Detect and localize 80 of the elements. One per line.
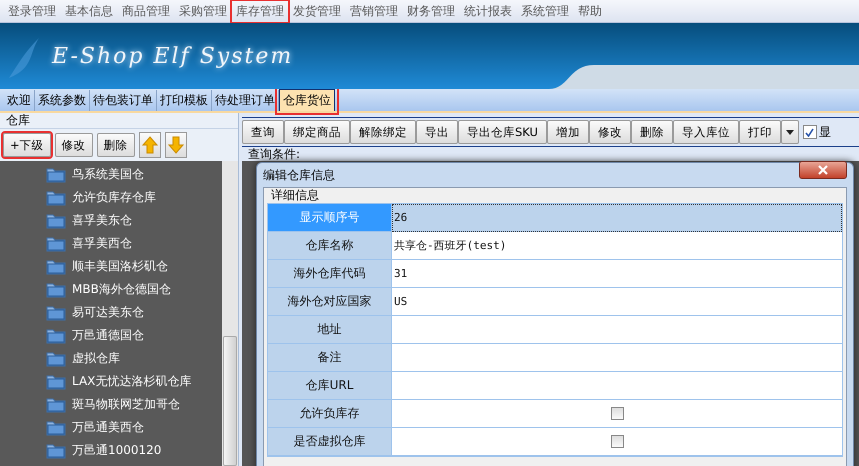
folder-icon bbox=[46, 212, 66, 228]
menu-item[interactable]: 帮助 bbox=[574, 0, 606, 22]
checkbox[interactable] bbox=[610, 407, 624, 420]
toolbar-button[interactable]: 导出 bbox=[416, 120, 458, 144]
toolbar-button[interactable]: 修改 bbox=[588, 120, 631, 144]
field-label: 仓库名称 bbox=[268, 232, 392, 260]
folder-icon bbox=[46, 396, 66, 412]
folder-icon bbox=[46, 304, 66, 320]
scrollbar[interactable] bbox=[222, 161, 238, 466]
toolbar-button[interactable]: 修改 bbox=[54, 133, 93, 157]
menu-item[interactable]: 商品管理 bbox=[118, 0, 174, 22]
menu-item[interactable]: 登录管理 bbox=[4, 0, 60, 22]
query-label: 查询条件: bbox=[247, 147, 302, 161]
toolbar-button[interactable]: +下级 bbox=[3, 133, 51, 157]
toolbar-button[interactable]: 打印 bbox=[738, 120, 781, 144]
menu-item[interactable]: 采购管理 bbox=[175, 0, 231, 22]
toolbar-button[interactable]: 增加 bbox=[546, 120, 589, 144]
field-label: 显示顺序号 bbox=[268, 204, 392, 232]
toolbar-button[interactable]: 删除 bbox=[96, 133, 135, 157]
tree-item[interactable]: 万邑通德国仓 bbox=[72, 327, 144, 344]
toolbar-button[interactable]: 查询 bbox=[242, 120, 284, 144]
field-label: 允许负库存 bbox=[268, 400, 392, 428]
field-label: 是否虚拟仓库 bbox=[268, 428, 392, 456]
tree-item[interactable]: 易可达美东仓 bbox=[72, 304, 144, 321]
menu-item[interactable]: 系统管理 bbox=[517, 0, 573, 22]
menu-item[interactable]: 库存管理 bbox=[232, 0, 288, 22]
tab[interactable]: 待包装订单 bbox=[90, 90, 157, 111]
folder-icon bbox=[46, 328, 66, 344]
panel-title: 仓库 bbox=[5, 113, 31, 128]
app-title: E-Shop Elf System bbox=[52, 44, 294, 68]
field-label: 海外仓库代码 bbox=[268, 260, 392, 288]
move-down-button[interactable] bbox=[164, 132, 187, 158]
input-field[interactable]: 26 bbox=[392, 204, 842, 232]
toolbar-button[interactable]: 绑定商品 bbox=[284, 120, 350, 144]
tree-item[interactable]: 虚拟仓库 bbox=[72, 350, 120, 367]
tree-item[interactable]: 万邑通1000120 bbox=[72, 442, 162, 459]
folder-icon bbox=[46, 190, 66, 206]
checkbox[interactable] bbox=[610, 435, 624, 448]
menu-item[interactable]: 发货管理 bbox=[289, 0, 345, 22]
folder-icon bbox=[46, 350, 66, 366]
tree-item[interactable]: 喜孚美东仓 bbox=[72, 212, 132, 229]
move-up-button[interactable] bbox=[138, 132, 161, 158]
tree-item[interactable]: LAX无忧达洛杉矶仓库 bbox=[72, 373, 192, 390]
tree-item[interactable]: MBB海外仓德国仓 bbox=[72, 281, 171, 298]
field-label: 仓库URL bbox=[268, 372, 392, 400]
menu-item[interactable]: 基本信息 bbox=[61, 0, 117, 22]
close-icon bbox=[818, 165, 828, 175]
tree-item[interactable]: 顺丰美国洛杉矶仓 bbox=[72, 258, 168, 275]
menu-item[interactable]: 统计报表 bbox=[460, 0, 516, 22]
menu-item[interactable]: 营销管理 bbox=[346, 0, 402, 22]
folder-icon bbox=[46, 166, 66, 182]
folder-icon bbox=[46, 258, 66, 274]
folder-icon bbox=[46, 420, 66, 436]
toolbar-button[interactable]: 导入库位 bbox=[672, 120, 739, 144]
tab[interactable]: 欢迎 bbox=[4, 90, 35, 111]
folder-icon bbox=[46, 442, 66, 458]
dialog-title: 编辑仓库信息 bbox=[263, 166, 335, 184]
toolbar-button[interactable]: 删除 bbox=[630, 120, 673, 144]
group-title: 详细信息 bbox=[270, 188, 320, 203]
tree-item[interactable]: 万邑通美西仓 bbox=[72, 419, 144, 436]
folder-icon bbox=[46, 236, 66, 252]
field-label: 地址 bbox=[268, 316, 392, 344]
menu-item[interactable]: 财务管理 bbox=[403, 0, 459, 22]
tab[interactable]: 系统参数 bbox=[35, 90, 90, 111]
folder-icon bbox=[46, 374, 66, 390]
folder-icon bbox=[46, 282, 66, 298]
checkbox-label: 显 bbox=[818, 124, 831, 140]
toolbar-button[interactable]: 解除绑定 bbox=[350, 120, 416, 144]
tree-item[interactable]: 喜孚美西仓 bbox=[72, 235, 132, 252]
checkbox[interactable] bbox=[802, 125, 817, 139]
field-label: 备注 bbox=[268, 344, 392, 372]
tab[interactable]: 打印模板 bbox=[157, 90, 212, 111]
field-label: 海外仓对应国家 bbox=[268, 288, 392, 316]
tree-item[interactable]: 允许负库存仓库 bbox=[72, 189, 156, 206]
tree-item[interactable]: 鸟系统美国仓 bbox=[72, 166, 144, 183]
tree-item[interactable]: 斑马物联网芝加哥仓 bbox=[72, 396, 180, 413]
dropdown-button[interactable] bbox=[780, 120, 799, 144]
toolbar-button[interactable]: 导出仓库SKU bbox=[458, 120, 547, 144]
caret-icon bbox=[786, 130, 794, 136]
close-button[interactable] bbox=[799, 161, 847, 179]
